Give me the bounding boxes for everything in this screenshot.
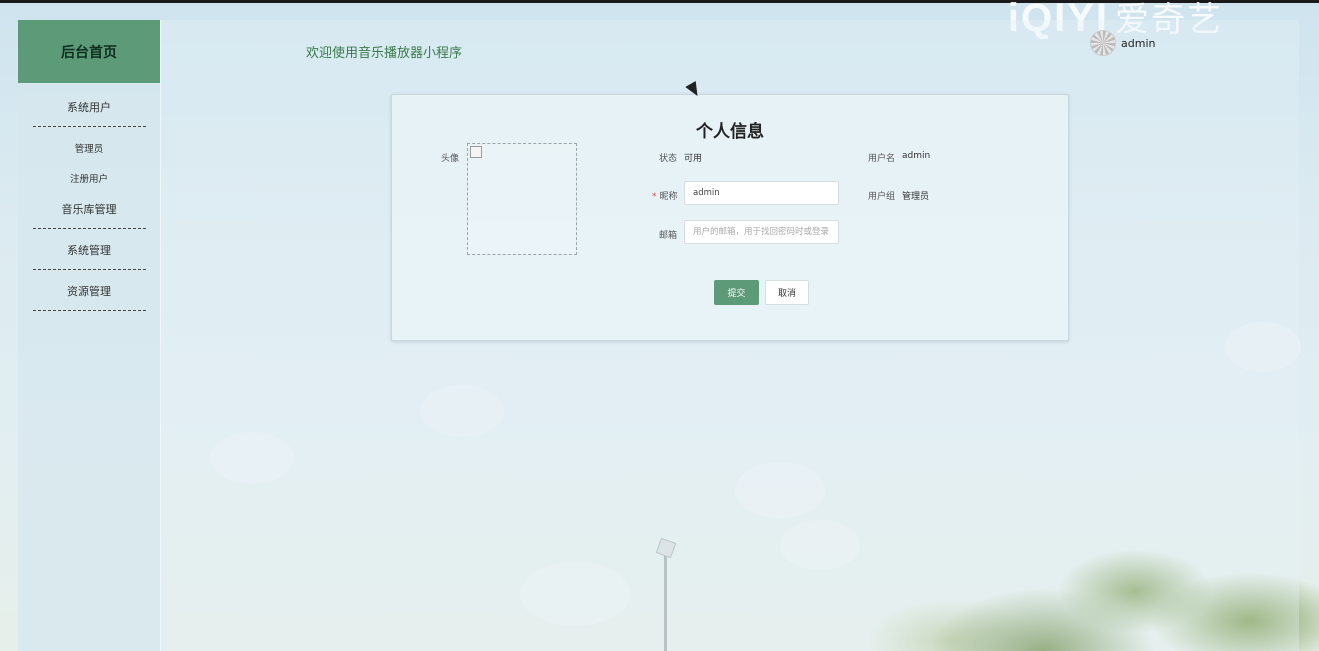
usergroup-value: 管理员 xyxy=(902,192,930,202)
sidebar-home-link[interactable]: 后台首页 xyxy=(18,20,160,83)
required-mark: * xyxy=(652,192,657,202)
cancel-button[interactable]: 取消 xyxy=(765,280,809,305)
username-label: 用户名 xyxy=(868,154,896,164)
nickname-label: * 昵称 xyxy=(652,192,678,202)
page-title: 个人信息 xyxy=(696,122,764,142)
nickname-input[interactable] xyxy=(684,181,839,205)
sidebar-group-system-users[interactable]: 系统用户 xyxy=(32,83,146,127)
user-avatar[interactable] xyxy=(1090,30,1116,56)
broken-image-icon xyxy=(470,146,482,158)
email-input[interactable] xyxy=(684,220,839,244)
sidebar-submenu-users: 管理员 注册用户 xyxy=(18,127,160,193)
status-label: 状态 xyxy=(659,154,678,164)
sidebar-item-registered-users[interactable]: 注册用户 xyxy=(18,163,160,193)
sidebar-item-admin[interactable]: 管理员 xyxy=(18,127,160,163)
username-value: admin xyxy=(902,151,931,161)
sidebar-group-system-management[interactable]: 系统管理 xyxy=(32,229,146,270)
status-value: 可用 xyxy=(684,154,703,164)
sidebar-group-resource-management[interactable]: 资源管理 xyxy=(32,270,146,311)
user-menu[interactable]: admin xyxy=(1090,30,1155,56)
usergroup-label: 用户组 xyxy=(868,192,896,202)
avatar-upload[interactable] xyxy=(467,143,577,255)
sidebar: 后台首页 系统用户 管理员 注册用户 音乐库管理 系统管理 资源管理 xyxy=(18,20,161,651)
email-label: 邮箱 xyxy=(659,231,678,241)
sidebar-group-music-library[interactable]: 音乐库管理 xyxy=(32,193,146,229)
welcome-title: 欢迎使用音乐播放器小程序 xyxy=(306,46,463,61)
profile-card: 个人信息 头像 状态 可用 用户名 admin *昵称 用户组 管理员 邮箱 提… xyxy=(391,94,1069,341)
user-name[interactable]: admin xyxy=(1121,37,1155,50)
submit-button[interactable]: 提交 xyxy=(714,280,759,305)
avatar-label: 头像 xyxy=(441,154,460,164)
